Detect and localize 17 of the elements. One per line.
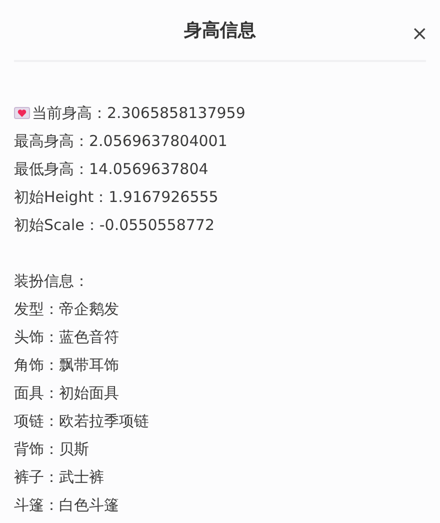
info-text: 初始Height：1.9167926555 (14, 187, 218, 208)
info-text: 项链：欧若拉季项链 (14, 411, 149, 432)
info-text: 最低身高：14.0569637804 (14, 159, 208, 180)
heart-card-icon (14, 107, 30, 119)
info-text: 初始Scale：-0.0550558772 (14, 215, 215, 236)
close-button[interactable]: × (407, 21, 432, 45)
info-text: 裤子：武士裤 (14, 467, 104, 488)
info-text: 斗篷：白色斗篷 (14, 495, 119, 516)
info-text: 角饰：飘带耳饰 (14, 355, 119, 376)
info-text: 头饰：蓝色音符 (14, 327, 119, 348)
info-text: 最高身高：2.0569637804001 (14, 131, 228, 152)
info-text: 面具：初始面具 (14, 383, 119, 404)
section-heading: 装扮信息： (14, 271, 89, 292)
info-text: 发型：帝企鹅发 (14, 299, 119, 320)
dialog-title: 身高信息 (184, 19, 256, 42)
info-text: 背饰：贝斯 (14, 439, 89, 460)
info-text: 当前身高：2.3065858137959 (32, 103, 246, 124)
